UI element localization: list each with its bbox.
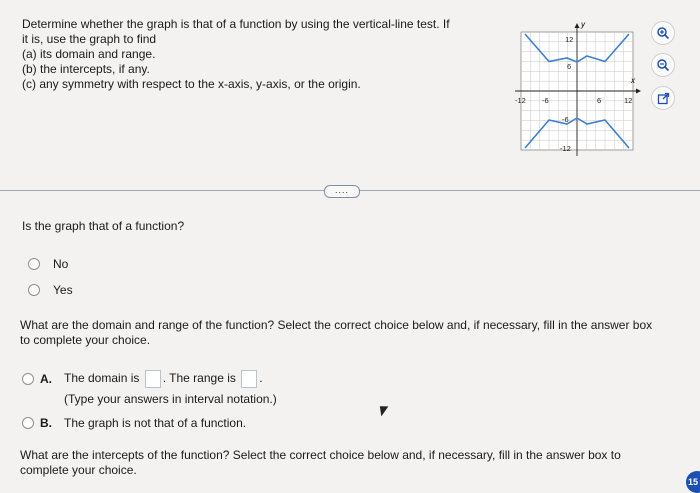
domain-answer-box[interactable] <box>144 369 161 388</box>
option-a-letter[interactable]: A. <box>40 372 52 386</box>
question-line-5: (c) any symmetry with respect to the x-a… <box>22 77 361 91</box>
intercepts-question: What are the intercepts of the function?… <box>20 448 680 478</box>
radio-option-b[interactable] <box>22 417 34 429</box>
mouse-cursor-icon <box>379 406 389 416</box>
radio-yes[interactable] <box>28 284 40 296</box>
tick-y-neg12: -12 <box>560 144 571 153</box>
option-yes-label[interactable]: Yes <box>53 283 73 297</box>
tick-y-6: 6 <box>567 62 571 71</box>
y-axis-arrow <box>574 23 580 28</box>
option-a-mid: . The range is <box>162 371 236 385</box>
interval-notation-note: (Type your answers in interval notation.… <box>64 392 277 406</box>
option-no-label[interactable]: No <box>53 257 68 271</box>
y-axis-label: y <box>580 20 586 29</box>
option-b-letter[interactable]: B. <box>40 416 52 430</box>
radio-no[interactable] <box>28 258 40 270</box>
option-a-post: . <box>259 371 263 385</box>
zoom-in-icon <box>657 27 670 40</box>
intercepts-line-2: complete your choice. <box>20 463 137 477</box>
x-axis-arrow <box>636 88 641 94</box>
zoom-out-button[interactable] <box>651 53 675 77</box>
question-line-2: it is, use the graph to find <box>22 32 157 46</box>
function-graph: y x 12 6 -6 -12 -12 -6 6 12 <box>515 20 641 156</box>
intercepts-line-1: What are the intercepts of the function?… <box>20 448 621 462</box>
question-line-4: (b) the intercepts, if any. <box>22 62 150 76</box>
question-line-1: Determine whether the graph is that of a… <box>22 17 450 31</box>
option-a-pre: The domain is <box>64 371 140 385</box>
domain-range-line-1: What are the domain and range of the fun… <box>20 318 653 332</box>
domain-range-question: What are the domain and range of the fun… <box>20 318 690 348</box>
expand-button[interactable]: .... <box>324 185 360 198</box>
x-axis-label: x <box>630 76 636 85</box>
tick-x-6: 6 <box>597 96 601 105</box>
zoom-in-button[interactable] <box>651 21 675 45</box>
question-line-3: (a) its domain and range. <box>22 47 156 61</box>
tick-x-neg6: -6 <box>542 96 549 105</box>
option-a-text: The domain is . The range is . <box>64 368 263 388</box>
tick-x-neg12: -12 <box>515 96 526 105</box>
option-b-text[interactable]: The graph is not that of a function. <box>64 416 246 430</box>
range-answer-box[interactable] <box>241 369 258 388</box>
external-link-icon <box>657 92 669 104</box>
radio-option-a[interactable] <box>22 373 34 385</box>
tick-x-12: 12 <box>624 96 632 105</box>
popout-button[interactable] <box>651 86 675 110</box>
zoom-out-icon <box>657 59 670 72</box>
question-text: Determine whether the graph is that of a… <box>22 17 492 92</box>
tick-y-12: 12 <box>565 35 573 44</box>
domain-range-line-2: to complete your choice. <box>20 333 151 347</box>
function-question: Is the graph that of a function? <box>22 219 185 233</box>
